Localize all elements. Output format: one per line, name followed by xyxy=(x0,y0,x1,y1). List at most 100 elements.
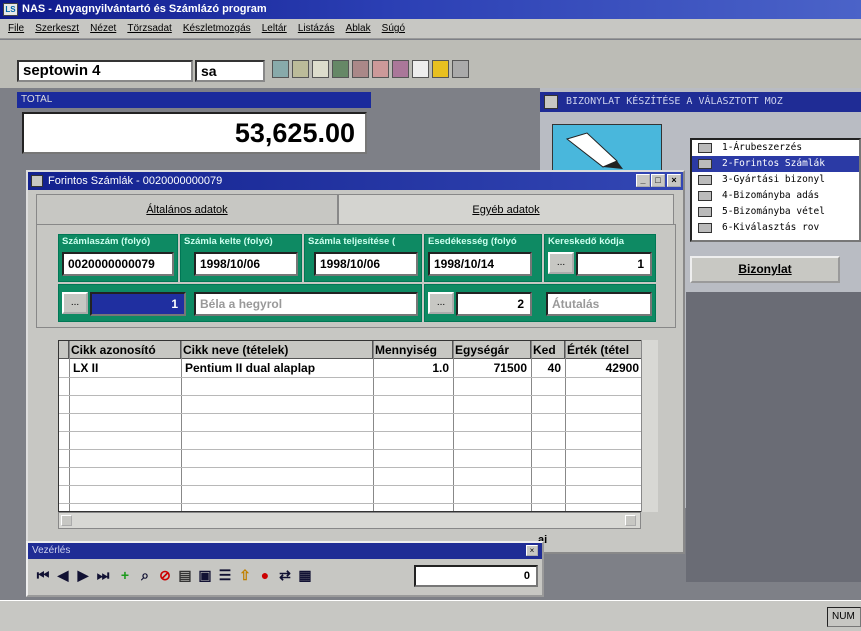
grid-row-line xyxy=(59,449,657,450)
search-icon[interactable]: ⌕ xyxy=(136,565,154,585)
upload-icon[interactable]: ⇧ xyxy=(236,565,254,585)
grid-row-line xyxy=(59,431,657,432)
due-date-field[interactable]: 1998/10/14 xyxy=(428,252,532,276)
folder-icon[interactable] xyxy=(432,60,449,78)
num-lock-indicator: NUM xyxy=(827,607,861,627)
partner-code-field[interactable]: 1 xyxy=(90,292,186,316)
list-item[interactable]: 5-Bizományba vétel xyxy=(692,204,859,220)
control-title-text: Vezérlés xyxy=(32,545,71,556)
tools-icon[interactable] xyxy=(292,60,309,78)
menu-help[interactable]: Súgó xyxy=(382,19,405,39)
list-icon[interactable] xyxy=(312,60,329,78)
table-row-item-id[interactable]: LX II xyxy=(69,360,181,376)
close-icon[interactable]: × xyxy=(667,174,681,187)
list-item[interactable]: 2-Forintos Számlák xyxy=(692,156,859,172)
tab-general[interactable]: Általános adatok xyxy=(36,194,338,224)
payment-lookup-button[interactable]: ... xyxy=(428,292,454,314)
app-titlebar[interactable]: LS NAS - Anyagnyilvántartó és Számlázó p… xyxy=(0,0,861,19)
maximize-icon[interactable]: □ xyxy=(651,174,665,187)
col-header-discount[interactable]: Ked xyxy=(531,341,565,359)
invoice-window: Forintos Számlák - 0020000000079 _ □ × Á… xyxy=(26,170,685,554)
refresh-icon[interactable] xyxy=(272,60,289,78)
menu-stock-movement[interactable]: Készletmozgás xyxy=(183,19,251,39)
menu-inventory[interactable]: Leltár xyxy=(262,19,287,39)
partner-lookup-button[interactable]: ... xyxy=(62,292,88,314)
col-header-unit-price[interactable]: Egységár xyxy=(453,341,531,359)
grid-row-line xyxy=(59,485,657,486)
grid-corner xyxy=(59,341,69,359)
grid-horizontal-scrollbar[interactable] xyxy=(58,512,641,529)
menu-listing[interactable]: Listázás xyxy=(298,19,335,39)
table-row-value[interactable]: 42900 xyxy=(565,360,643,376)
scroll-right-icon[interactable] xyxy=(625,515,636,526)
invoice-number-field[interactable]: 0020000000079 xyxy=(62,252,174,276)
printer-icon[interactable] xyxy=(452,60,469,78)
grid-vertical-scrollbar[interactable] xyxy=(641,340,658,512)
menu-masterdata[interactable]: Törzsadat xyxy=(127,19,171,39)
record-counter: 0 xyxy=(414,565,538,587)
table-row-quantity[interactable]: 1.0 xyxy=(373,360,453,376)
next-record-icon[interactable]: ▶ xyxy=(74,565,92,585)
calculator-icon[interactable]: ▦ xyxy=(296,565,314,585)
grid-row-line xyxy=(59,503,657,504)
col-header-quantity[interactable]: Mennyiség xyxy=(373,341,453,359)
user-field[interactable]: septowin 4 xyxy=(17,60,193,82)
menu-file[interactable]: File xyxy=(8,19,24,39)
stop-icon[interactable]: ● xyxy=(256,565,274,585)
invoice-window-title: Forintos Számlák - 0020000000079 xyxy=(48,175,223,187)
menu-view[interactable]: Nézet xyxy=(90,19,116,39)
partner-name-field[interactable]: Béla a hegyrol xyxy=(194,292,418,316)
table-row-unit-price[interactable]: 71500 xyxy=(453,360,531,376)
pen-illustration-icon xyxy=(565,132,623,169)
book-icon[interactable] xyxy=(332,60,349,78)
document-icon xyxy=(698,159,712,169)
list-icon[interactable]: ☰ xyxy=(216,565,234,585)
report-icon[interactable] xyxy=(372,60,389,78)
list-item[interactable]: 1-Árubeszerzés xyxy=(692,140,859,156)
document-type-list[interactable]: 1-Árubeszerzés 2-Forintos Számlák 3-Gyár… xyxy=(690,138,861,242)
check-icon[interactable] xyxy=(412,60,429,78)
minimize-icon[interactable]: _ xyxy=(636,174,650,187)
list-item[interactable]: 3-Gyártási bizonyl xyxy=(692,172,859,188)
payment-method-field[interactable]: Átutalás xyxy=(546,292,652,316)
col-header-item-name[interactable]: Cikk neve (tételek) xyxy=(181,341,373,359)
add-record-icon[interactable]: + xyxy=(116,565,134,585)
items-grid[interactable]: Cikk azonosító Cikk neve (tételek) Menny… xyxy=(58,340,658,512)
menu-edit[interactable]: Szerkeszt xyxy=(35,19,79,39)
first-record-icon[interactable]: ⏮ xyxy=(34,565,52,585)
scroll-left-icon[interactable] xyxy=(61,515,72,526)
session-field[interactable]: sa xyxy=(195,60,265,82)
printer-icon[interactable]: ▤ xyxy=(176,565,194,585)
chart-icon[interactable] xyxy=(352,60,369,78)
app-title: NAS - Anyagnyilvántartó és Számlázó prog… xyxy=(22,3,267,15)
transfer-icon[interactable]: ⇄ xyxy=(276,565,294,585)
close-icon[interactable]: × xyxy=(526,545,538,556)
fulfilment-date-label: Számla teljesítése ( xyxy=(308,236,396,247)
col-header-value[interactable]: Érték (tétel xyxy=(565,341,643,359)
invoice-number-label: Számlaszám (folyó) xyxy=(62,236,151,247)
delete-icon[interactable]: ⊘ xyxy=(156,565,174,585)
previous-record-icon[interactable]: ◀ xyxy=(54,565,72,585)
table-row-discount[interactable]: 40 xyxy=(531,360,565,376)
app-icon: LS xyxy=(3,3,18,16)
fulfilment-date-field[interactable]: 1998/10/06 xyxy=(314,252,418,276)
last-record-icon[interactable]: ⏭ xyxy=(94,565,112,585)
calendar-icon[interactable] xyxy=(392,60,409,78)
grid-row-line xyxy=(59,395,657,396)
list-item[interactable]: 6-Kiválasztás rov xyxy=(692,220,859,236)
payment-code-field[interactable]: 2 xyxy=(456,292,532,316)
dealer-label: Kereskedő kódja xyxy=(548,236,625,247)
workspace-background xyxy=(686,292,861,582)
dealer-code-field[interactable]: 1 xyxy=(576,252,652,276)
col-header-item-id[interactable]: Cikk azonosító xyxy=(69,341,181,359)
invoice-window-titlebar[interactable]: Forintos Számlák - 0020000000079 _ □ × xyxy=(28,172,683,190)
invoice-date-field[interactable]: 1998/10/06 xyxy=(194,252,298,276)
create-document-button[interactable]: Bizonylat xyxy=(690,256,840,283)
list-item[interactable]: 4-Bizományba adás xyxy=(692,188,859,204)
tab-other[interactable]: Egyéb adatok xyxy=(338,194,674,224)
save-icon[interactable]: ▣ xyxy=(196,565,214,585)
control-window-title[interactable]: Vezérlés × xyxy=(28,543,542,559)
table-row-item-name[interactable]: Pentium II dual alaplap xyxy=(181,360,373,376)
dealer-lookup-button[interactable]: ... xyxy=(548,252,574,274)
menu-window[interactable]: Ablak xyxy=(346,19,371,39)
